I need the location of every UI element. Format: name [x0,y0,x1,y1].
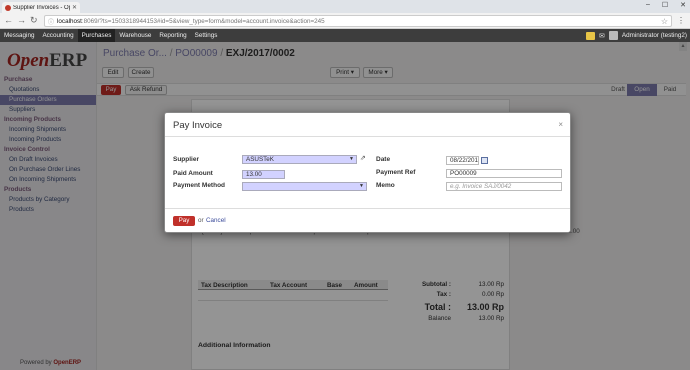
external-link-icon[interactable]: ⇗ [360,154,366,162]
menu-reporting[interactable]: Reporting [155,29,190,42]
minimize-icon[interactable]: – [646,1,650,9]
user-name[interactable]: Administrator (testing2) [622,32,687,39]
maximize-icon[interactable]: ☐ [662,1,668,9]
supplier-select[interactable]: ASUSTeK ▼ [242,155,357,164]
payment-ref-label: Payment Ref [376,169,416,176]
or-text: or [198,217,204,224]
calendar-icon[interactable] [481,157,488,164]
menu-warehouse[interactable]: Warehouse [115,29,155,42]
window-controls: – ☐ ✕ [646,1,686,9]
chevron-down-icon: ▼ [349,156,354,162]
payment-ref-field[interactable]: PO00009 [446,169,562,178]
browser-tab[interactable]: Supplier Invoices - Ope ✕ [2,2,80,13]
info-icon: ⓘ [48,19,55,26]
url-field[interactable]: ⓘ localhost:8069/?ts=1503318944153#id=5&… [44,15,672,27]
browser-menu-icon[interactable]: ⋮ [677,16,685,25]
app-menu: Messaging Accounting Purchases Warehouse… [0,29,690,42]
cancel-button[interactable]: Cancel [206,217,226,224]
paid-amount-label: Paid Amount [173,170,213,177]
memo-field[interactable]: e.g. Invoice SAJ/0042 [446,182,562,191]
payment-method-select[interactable]: ▼ [242,182,367,191]
date-label: Date [376,156,391,163]
paid-amount-field[interactable]: 13.00 [242,170,285,179]
address-bar: ← → ↻ ⓘ localhost:8069/?ts=1503318944153… [0,13,690,29]
menu-purchases[interactable]: Purchases [77,29,116,42]
chat-icon[interactable]: ✉ [599,32,605,40]
close-window-icon[interactable]: ✕ [680,1,686,9]
date-field[interactable]: 08/22/2017 [446,156,479,165]
lock-icon[interactable] [586,31,596,40]
menu-messaging[interactable]: Messaging [0,29,38,42]
dialog-header: Pay Invoice × [165,113,570,137]
pay-invoice-dialog: Pay Invoice × Supplier ASUSTeK ▼ ⇗ Paid … [164,112,571,233]
user-area: ✉ Administrator (testing2) [586,29,687,42]
close-icon[interactable]: × [558,120,563,129]
avatar[interactable] [608,31,618,40]
forward-icon[interactable]: → [17,15,26,25]
url-text: localhost:8069/?ts=1503318944153#id=5&vi… [57,17,325,25]
reload-icon[interactable]: ↻ [30,15,38,26]
chevron-down-icon: ▼ [359,183,364,189]
dialog-footer: Pay or Cancel [165,208,570,233]
bookmark-star-icon[interactable]: ☆ [661,17,668,26]
dialog-title: Pay Invoice [173,120,223,131]
tab-close-icon[interactable]: ✕ [72,4,77,11]
memo-label: Memo [376,182,395,189]
browser-tab-strip: Supplier Invoices - Ope ✕ – ☐ ✕ [0,0,690,13]
back-icon[interactable]: ← [4,15,13,25]
menu-settings[interactable]: Settings [191,29,222,42]
tab-title: Supplier Invoices - Ope [13,4,70,11]
menu-accounting[interactable]: Accounting [38,29,77,42]
payment-method-label: Payment Method [173,182,226,189]
supplier-label: Supplier [173,156,200,163]
dialog-pay-button[interactable]: Pay [173,216,195,226]
openerp-favicon-icon [5,4,11,11]
